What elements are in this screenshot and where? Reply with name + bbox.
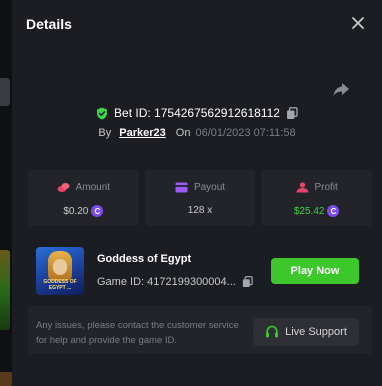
- copy-icon[interactable]: [242, 276, 253, 288]
- background-fragment: [0, 372, 12, 386]
- stat-amount-value: $0.20: [63, 205, 89, 217]
- live-support-label: Live Support: [285, 326, 347, 338]
- share-icon[interactable]: [332, 80, 350, 98]
- game-name: Goddess of Egypt: [97, 253, 192, 265]
- coin-icon: C: [91, 205, 104, 217]
- stat-profit: Profit $25.42 C: [261, 170, 373, 226]
- coin-icon: C: [327, 205, 340, 217]
- shield-check-icon: [97, 107, 108, 119]
- close-icon[interactable]: [350, 15, 366, 31]
- on-label: On: [175, 127, 191, 139]
- background-fragment: [0, 78, 10, 106]
- stat-profit-label: Profit: [314, 182, 338, 193]
- dialog-title: Details: [26, 16, 72, 32]
- live-support-button[interactable]: Live Support: [253, 318, 359, 346]
- bet-stats: Amount $0.20 C Payout 128 x Profit $25.4…: [28, 170, 373, 226]
- stat-amount: Amount $0.20 C: [28, 170, 139, 226]
- bet-id-row: Bet ID: 1754267562912618112: [12, 104, 382, 122]
- background-page: [0, 0, 12, 386]
- play-now-button[interactable]: Play Now: [271, 258, 359, 284]
- dialog-header: Details: [12, 0, 382, 48]
- bet-meta-row: By Parker23 On 06/01/2023 07:11:58: [12, 124, 382, 142]
- wallet-icon: [175, 182, 188, 193]
- stat-amount-label: Amount: [75, 182, 111, 193]
- headset-icon: [266, 325, 279, 338]
- details-dialog: Details Bet ID: 1754267562912618112 By P…: [12, 0, 382, 386]
- profit-icon: [296, 182, 308, 193]
- stat-profit-value: $25.42: [293, 205, 325, 217]
- stat-payout-label: Payout: [193, 182, 226, 193]
- bet-id: Bet ID: 1754267562912618112: [114, 106, 280, 120]
- copy-icon[interactable]: [286, 106, 298, 120]
- game-id: Game ID: 4172199300004...: [97, 276, 236, 288]
- support-card: Any issues, please contact the customer …: [28, 306, 372, 354]
- game-id-row: Game ID: 4172199300004...: [97, 276, 253, 288]
- support-text: Any issues, please contact the customer …: [36, 320, 239, 346]
- background-game-fragment: [0, 250, 10, 330]
- by-label: By: [98, 127, 112, 139]
- game-thumbnail[interactable]: GODDESS OF EGYPT ...: [36, 247, 84, 295]
- stat-payout-value: 128 x: [187, 205, 213, 216]
- game-card: GODDESS OF EGYPT ... Goddess of Egypt Ga…: [28, 238, 372, 300]
- user-link[interactable]: Parker23: [119, 127, 166, 139]
- bet-date: 06/01/2023 07:11:58: [195, 127, 296, 139]
- stat-payout: Payout 128 x: [144, 170, 256, 226]
- game-thumbnail-label: GODDESS OF EGYPT ...: [43, 279, 77, 291]
- coins-icon: [57, 183, 70, 192]
